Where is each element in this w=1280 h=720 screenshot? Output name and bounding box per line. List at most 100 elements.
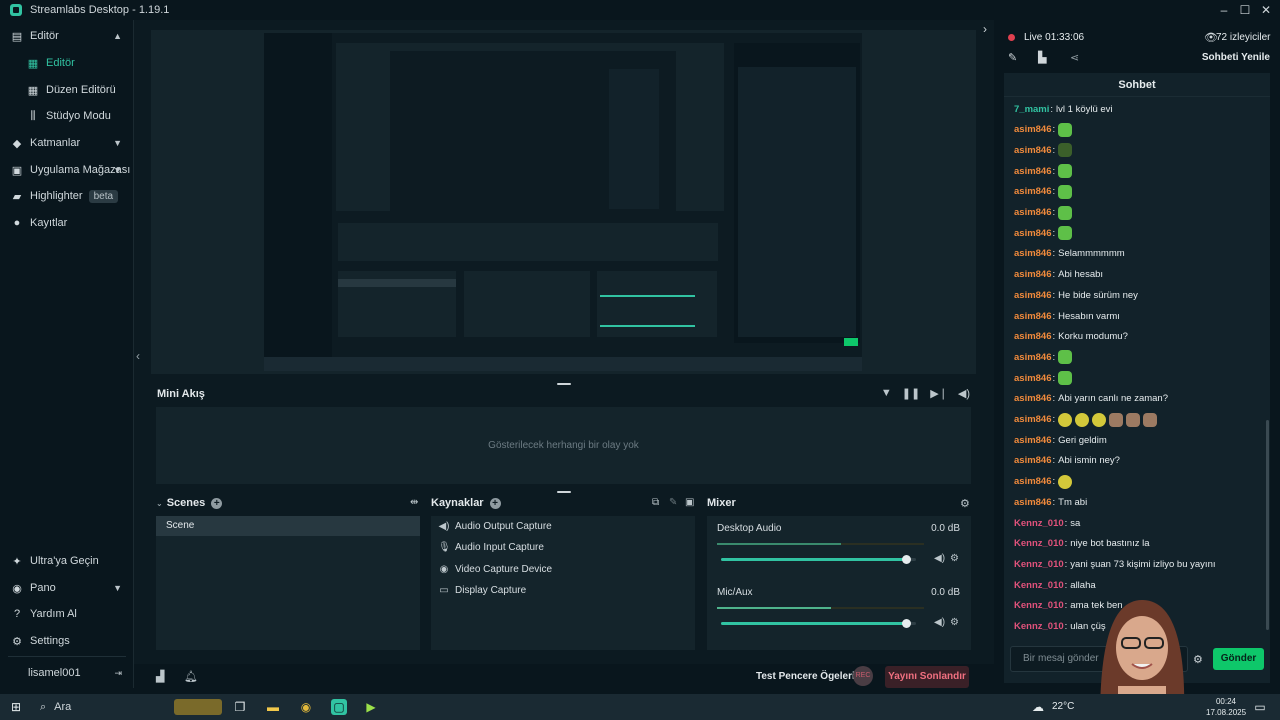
pause-icon[interactable]: ❚❚ (902, 387, 920, 400)
file-explorer-icon[interactable]: ▬ (265, 699, 281, 715)
scene-item[interactable]: Scene (156, 516, 420, 536)
gear-icon: ⚙ (12, 635, 22, 648)
chat-username[interactable]: asim846 (1014, 414, 1052, 425)
chat-scrollbar[interactable] (1266, 420, 1269, 630)
chat-username[interactable]: asim846 (1014, 331, 1052, 342)
source-item-video-capture[interactable]: ◉ Video Capture Device (431, 559, 695, 579)
minimize-icon[interactable]: – (1216, 2, 1232, 18)
add-source-icon[interactable]: + (489, 497, 501, 509)
chat-username[interactable]: asim846 (1014, 476, 1052, 487)
sidebar-item-layers[interactable]: ◆ Katmanlar ▼ (0, 130, 134, 156)
chat-username[interactable]: asim846 (1014, 497, 1052, 508)
sidebar-item-editor[interactable]: ▦ Editör (0, 50, 134, 76)
collapse-left-icon[interactable]: ‹ (136, 349, 140, 363)
source-item-audio-output[interactable]: ◀) Audio Output Capture (431, 516, 695, 536)
gear-icon[interactable]: ⚙ (950, 553, 959, 564)
gear-icon[interactable]: ⚙ (950, 617, 959, 628)
add-scene-icon[interactable]: + (211, 497, 223, 509)
chat-username[interactable]: asim846 (1014, 186, 1052, 197)
chat-username[interactable]: asim846 (1014, 373, 1052, 384)
volume-icon[interactable]: ◀) (958, 387, 970, 400)
source-properties-icon[interactable]: ✎ (669, 497, 677, 508)
volume-slider[interactable] (721, 555, 916, 564)
chat-username[interactable]: asim846 (1014, 269, 1052, 280)
chevron-down-icon[interactable]: ⌄ (156, 499, 163, 508)
speaker-icon[interactable]: ◀) (934, 553, 945, 564)
chat-username[interactable]: Kennz_010 (1014, 518, 1064, 529)
refresh-chat-button[interactable]: Sohbeti Yenile (1202, 52, 1270, 63)
sidebar-item-label: Pano (30, 582, 56, 594)
sidebar-item-dashboard[interactable]: ◉ Pano ▼ (0, 575, 134, 601)
close-icon[interactable]: ✕ (1258, 2, 1274, 18)
speaker-icon[interactable]: ◀) (934, 617, 945, 628)
chat-username[interactable]: Kennz_010 (1014, 538, 1064, 549)
chat-message: asim846: (1014, 410, 1158, 430)
chrome-icon[interactable]: ◉ (298, 699, 314, 715)
editor-icon: ▦ (27, 57, 39, 70)
task-view-icon[interactable]: ❐ (232, 699, 248, 715)
notifications-icon[interactable]: ▭ (1252, 699, 1268, 715)
gear-icon[interactable]: ⚙ (1193, 653, 1203, 666)
stats-icon[interactable]: ▟ (156, 670, 164, 683)
chat-username[interactable]: asim846 (1014, 228, 1052, 239)
user-account[interactable]: lisamel001 ⇥ (0, 660, 134, 686)
chat-username[interactable]: asim846 (1014, 290, 1052, 301)
notification-bell-icon[interactable]: 🔔︎ (184, 670, 198, 683)
chat-username[interactable]: asim846 (1014, 124, 1052, 135)
chat-username[interactable]: Kennz_010 (1014, 621, 1064, 632)
sidebar-item-ultra[interactable]: ✦ Ultra'ya Geçin (0, 548, 134, 574)
folder-icon[interactable]: ▣ (685, 497, 694, 508)
resize-handle[interactable] (557, 491, 571, 493)
chat-username[interactable]: asim846 (1014, 455, 1052, 466)
share-icon[interactable]: ⋖ (1070, 51, 1079, 64)
send-button[interactable]: Gönder (1213, 648, 1264, 670)
highlighter-icon: ▰ (12, 190, 22, 203)
chat-username[interactable]: asim846 (1014, 435, 1052, 446)
chat-separator: : (1052, 351, 1056, 363)
collapse-right-icon[interactable]: › (983, 22, 987, 36)
chat-username[interactable]: Kennz_010 (1014, 580, 1064, 591)
chat-username[interactable]: asim846 (1014, 311, 1052, 322)
chat-username[interactable]: 7_mami (1014, 104, 1049, 115)
source-group-icon[interactable]: ⧉ (652, 497, 659, 508)
chat-emote-icon (1058, 184, 1073, 199)
logout-icon[interactable]: ⇥ (114, 668, 122, 679)
chat-username[interactable]: asim846 (1014, 352, 1052, 363)
test-widgets-label[interactable]: Test Pencere Ögeleri (756, 671, 855, 682)
source-item-audio-input[interactable]: 🎙 Audio Input Capture (431, 537, 695, 557)
filter-icon[interactable]: ▼ (881, 387, 892, 400)
chat-username[interactable]: asim846 (1014, 207, 1052, 218)
edit-icon[interactable]: ✎ (1008, 51, 1017, 64)
sidebar-item-settings[interactable]: ⚙ Settings (0, 628, 134, 654)
source-item-display-capture[interactable]: ▭ Display Capture (431, 580, 695, 600)
sidebar-item-studio-mode[interactable]: ⫼ Stüdyo Modu (0, 103, 134, 129)
end-stream-button[interactable]: Yayını Sonlandır (885, 666, 969, 688)
windows-taskbar: ⊞ ⌕ Ara ❐ ▬ ◉ ▢ ▶ ☁ 22°C 00:24 17.08.202… (0, 694, 1280, 720)
sidebar-item-editor-group[interactable]: ▤ Editör ▲ (0, 23, 134, 49)
chat-username[interactable]: asim846 (1014, 166, 1052, 177)
skip-icon[interactable]: ▶❘ (930, 387, 948, 400)
dashboard-icon[interactable]: ▙ (1038, 51, 1046, 64)
chat-text: He bide sürüm ney (1058, 289, 1138, 301)
transition-icon[interactable]: ⇹ (410, 497, 418, 508)
volume-slider[interactable] (721, 619, 916, 628)
sidebar-item-help[interactable]: ? Yardım Al (0, 601, 134, 627)
sidebar-item-app-store[interactable]: ▣ Uygulama Mağazası ▼ (0, 157, 134, 183)
chat-username[interactable]: asim846 (1014, 248, 1052, 259)
maximize-icon[interactable]: ☐ (1237, 2, 1253, 18)
media-player-icon[interactable]: ▶ (363, 699, 379, 715)
sidebar-item-recordings[interactable]: ● Kayıtlar (0, 210, 134, 236)
sidebar-item-layout-editor[interactable]: ▦ Düzen Editörü (0, 77, 134, 103)
streamlabs-taskbar-icon[interactable]: ▢ (331, 699, 347, 715)
chat-username[interactable]: Kennz_010 (1014, 559, 1064, 570)
sidebar-item-highlighter[interactable]: ▰ Highlighter beta (0, 183, 134, 209)
scene-item-label: Scene (166, 520, 195, 531)
dashboard-icon: ◉ (12, 582, 22, 595)
windows-start-icon[interactable]: ⊞ (8, 699, 24, 715)
gear-icon[interactable]: ⚙ (960, 497, 970, 510)
chat-username[interactable]: asim846 (1014, 393, 1052, 404)
taskbar-clock[interactable]: 00:24 17.08.2025 (1206, 696, 1246, 718)
record-button[interactable]: REC (853, 666, 873, 686)
chat-username[interactable]: Kennz_010 (1014, 600, 1064, 611)
chat-username[interactable]: asim846 (1014, 145, 1052, 156)
